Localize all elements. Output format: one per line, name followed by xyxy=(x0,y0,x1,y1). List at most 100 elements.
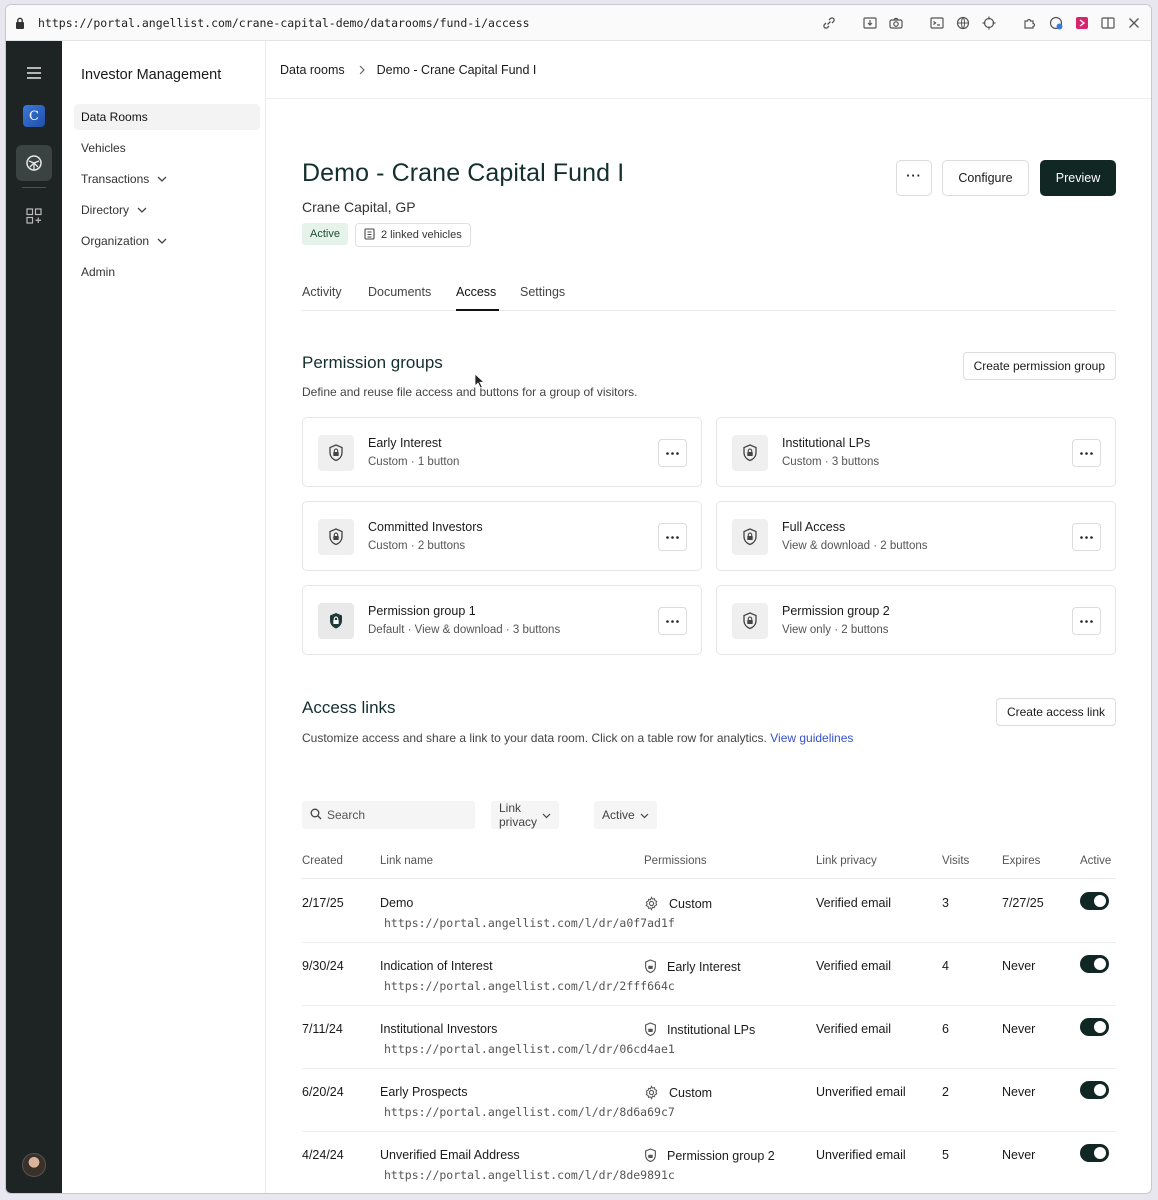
table-row[interactable]: 2/17/25 Demo https://portal.angellist.com/… xyxy=(302,880,1116,943)
column-link-name[interactable]: Link name xyxy=(380,855,433,867)
more-horizontal-icon[interactable] xyxy=(1072,607,1101,635)
cell-link-url[interactable]: https://portal.angellist.com/l/dr/a0f7ad… xyxy=(384,916,675,930)
permission-group-card[interactable]: Committed Investors Custom · 2 buttons xyxy=(302,501,702,571)
tab-settings[interactable]: Settings xyxy=(520,285,565,299)
cell-visits: 4 xyxy=(942,959,949,973)
sidebar-item-directory[interactable]: Directory xyxy=(74,197,260,223)
cell-link-url[interactable]: https://portal.angellist.com/l/dr/06cd4a… xyxy=(384,1042,675,1056)
url-text[interactable]: https://portal.angellist.com/crane-capit… xyxy=(38,16,530,30)
download-icon[interactable] xyxy=(860,13,879,32)
column-expires[interactable]: Expires xyxy=(1002,855,1040,867)
column-active[interactable]: Active xyxy=(1080,855,1111,867)
sidebar-toggle-icon[interactable] xyxy=(1098,13,1117,32)
more-horizontal-icon[interactable] xyxy=(658,523,687,551)
pink-extension-icon[interactable] xyxy=(1072,13,1091,32)
tab-access[interactable]: Access xyxy=(456,285,496,299)
terminal-icon[interactable] xyxy=(927,13,946,32)
cell-permissions: Custom xyxy=(644,896,712,911)
active-filter[interactable]: Active xyxy=(594,801,657,829)
table-header: Created Link name Permissions Link priva… xyxy=(302,853,1116,879)
cell-created: 7/11/24 xyxy=(302,1022,343,1036)
table-row[interactable]: 9/30/24 Indication of Interest https://por… xyxy=(302,943,1116,1006)
more-horizontal-icon: ··· xyxy=(906,169,922,183)
active-toggle[interactable] xyxy=(1080,1081,1109,1099)
sidebar-item-label: Data Rooms xyxy=(81,110,148,124)
mouse-cursor-icon xyxy=(474,373,486,394)
cell-link-url[interactable]: https://portal.angellist.com/l/dr/8de989… xyxy=(384,1168,675,1182)
permission-group-card[interactable]: Permission group 2 View only · 2 buttons xyxy=(716,585,1116,655)
more-actions-button[interactable]: ··· xyxy=(896,160,932,196)
org-switcher[interactable]: C xyxy=(16,98,52,134)
close-icon[interactable] xyxy=(1124,13,1143,32)
table-row[interactable]: 6/20/24 Early Prospects https://portal.ang… xyxy=(302,1069,1116,1132)
preview-button[interactable]: Preview xyxy=(1040,160,1116,196)
chevron-right-icon xyxy=(359,65,365,75)
rail-divider xyxy=(22,187,46,188)
sidebar-item-transactions[interactable]: Transactions xyxy=(74,166,260,192)
active-toggle[interactable] xyxy=(1080,892,1109,910)
permission-group-meta: Custom · 2 buttons xyxy=(368,540,466,552)
permission-group-meta: View & download · 2 buttons xyxy=(782,540,928,552)
add-app-icon[interactable] xyxy=(16,198,52,234)
gear-icon xyxy=(644,896,659,911)
address-bar[interactable]: https://portal.angellist.com/crane-capit… xyxy=(6,5,1151,41)
extensions-icon[interactable] xyxy=(1020,13,1039,32)
table-row[interactable]: 7/11/24 Institutional Investors https://po… xyxy=(302,1006,1116,1069)
shield-lock-filled-icon xyxy=(318,603,354,639)
cell-link-url[interactable]: https://portal.angellist.com/l/dr/8d6a69… xyxy=(384,1105,675,1119)
view-guidelines-link[interactable]: View guidelines xyxy=(770,731,853,745)
sidebar-item-data-rooms[interactable]: Data Rooms xyxy=(74,104,260,130)
column-created[interactable]: Created xyxy=(302,855,343,867)
cell-link-name: Early Prospects xyxy=(380,1085,468,1099)
create-access-link-button[interactable]: Create access link xyxy=(995,698,1116,726)
extension-badge-icon[interactable] xyxy=(1046,13,1065,32)
create-permission-group-button[interactable]: Create permission group xyxy=(962,352,1116,380)
tab-documents[interactable]: Documents xyxy=(368,285,431,299)
table-row[interactable]: 4/24/24 Unverified Email Address https://p… xyxy=(302,1132,1116,1193)
camera-icon[interactable] xyxy=(886,13,905,32)
search-input[interactable] xyxy=(327,808,457,822)
permission-group-card[interactable]: Early Interest Custom · 1 button xyxy=(302,417,702,487)
crosshair-icon[interactable] xyxy=(979,13,998,32)
sidebar-item-label: Admin xyxy=(81,265,116,279)
permission-group-card[interactable]: Permission group 1 Default · View & down… xyxy=(302,585,702,655)
sidebar: Investor Management Data Rooms Vehicles … xyxy=(62,41,266,1193)
active-toggle[interactable] xyxy=(1080,955,1109,973)
permission-group-name: Institutional LPs xyxy=(782,436,871,450)
link-privacy-filter[interactable]: Link privacy xyxy=(491,801,559,829)
sidebar-item-organization[interactable]: Organization xyxy=(74,228,260,254)
column-link-privacy[interactable]: Link privacy xyxy=(816,855,877,867)
permission-group-card[interactable]: Full Access View & download · 2 buttons xyxy=(716,501,1116,571)
chevron-down-icon xyxy=(157,238,167,244)
access-links-title: Access links xyxy=(302,698,396,717)
globe-icon[interactable] xyxy=(953,13,972,32)
cell-link-privacy: Verified email xyxy=(816,959,892,973)
cell-expires: Never xyxy=(1002,1085,1036,1099)
breadcrumb-data-rooms[interactable]: Data rooms xyxy=(280,63,345,77)
tab-activity[interactable]: Activity xyxy=(302,285,342,299)
sidebar-item-vehicles[interactable]: Vehicles xyxy=(74,135,260,161)
breadcrumb: Data rooms Demo - Crane Capital Fund I xyxy=(266,41,1151,99)
menu-icon[interactable] xyxy=(16,55,52,91)
configure-button[interactable]: Configure xyxy=(942,160,1029,196)
permission-group-card[interactable]: Institutional LPs Custom · 3 buttons xyxy=(716,417,1116,487)
more-horizontal-icon[interactable] xyxy=(658,607,687,635)
permission-groups-title: Permission groups xyxy=(302,353,443,372)
cell-link-url[interactable]: https://portal.angellist.com/l/dr/2fff66… xyxy=(384,979,675,993)
avatar[interactable] xyxy=(22,1153,46,1177)
active-toggle[interactable] xyxy=(1080,1144,1109,1162)
column-visits[interactable]: Visits xyxy=(942,855,969,867)
column-permissions[interactable]: Permissions xyxy=(644,855,707,867)
sidebar-item-admin[interactable]: Admin xyxy=(74,259,260,285)
active-toggle[interactable] xyxy=(1080,1018,1109,1036)
investor-management-icon[interactable] xyxy=(16,145,52,181)
shield-lock-icon xyxy=(318,435,354,471)
search-field[interactable] xyxy=(302,801,475,829)
more-horizontal-icon[interactable] xyxy=(1072,439,1101,467)
cell-permissions: Early Interest xyxy=(644,959,741,974)
more-horizontal-icon[interactable] xyxy=(658,439,687,467)
permission-groups-description: Define and reuse file access and buttons… xyxy=(302,385,638,399)
link-icon[interactable] xyxy=(819,13,838,32)
linked-vehicles-badge[interactable]: 2 linked vehicles xyxy=(355,223,471,247)
more-horizontal-icon[interactable] xyxy=(1072,523,1101,551)
